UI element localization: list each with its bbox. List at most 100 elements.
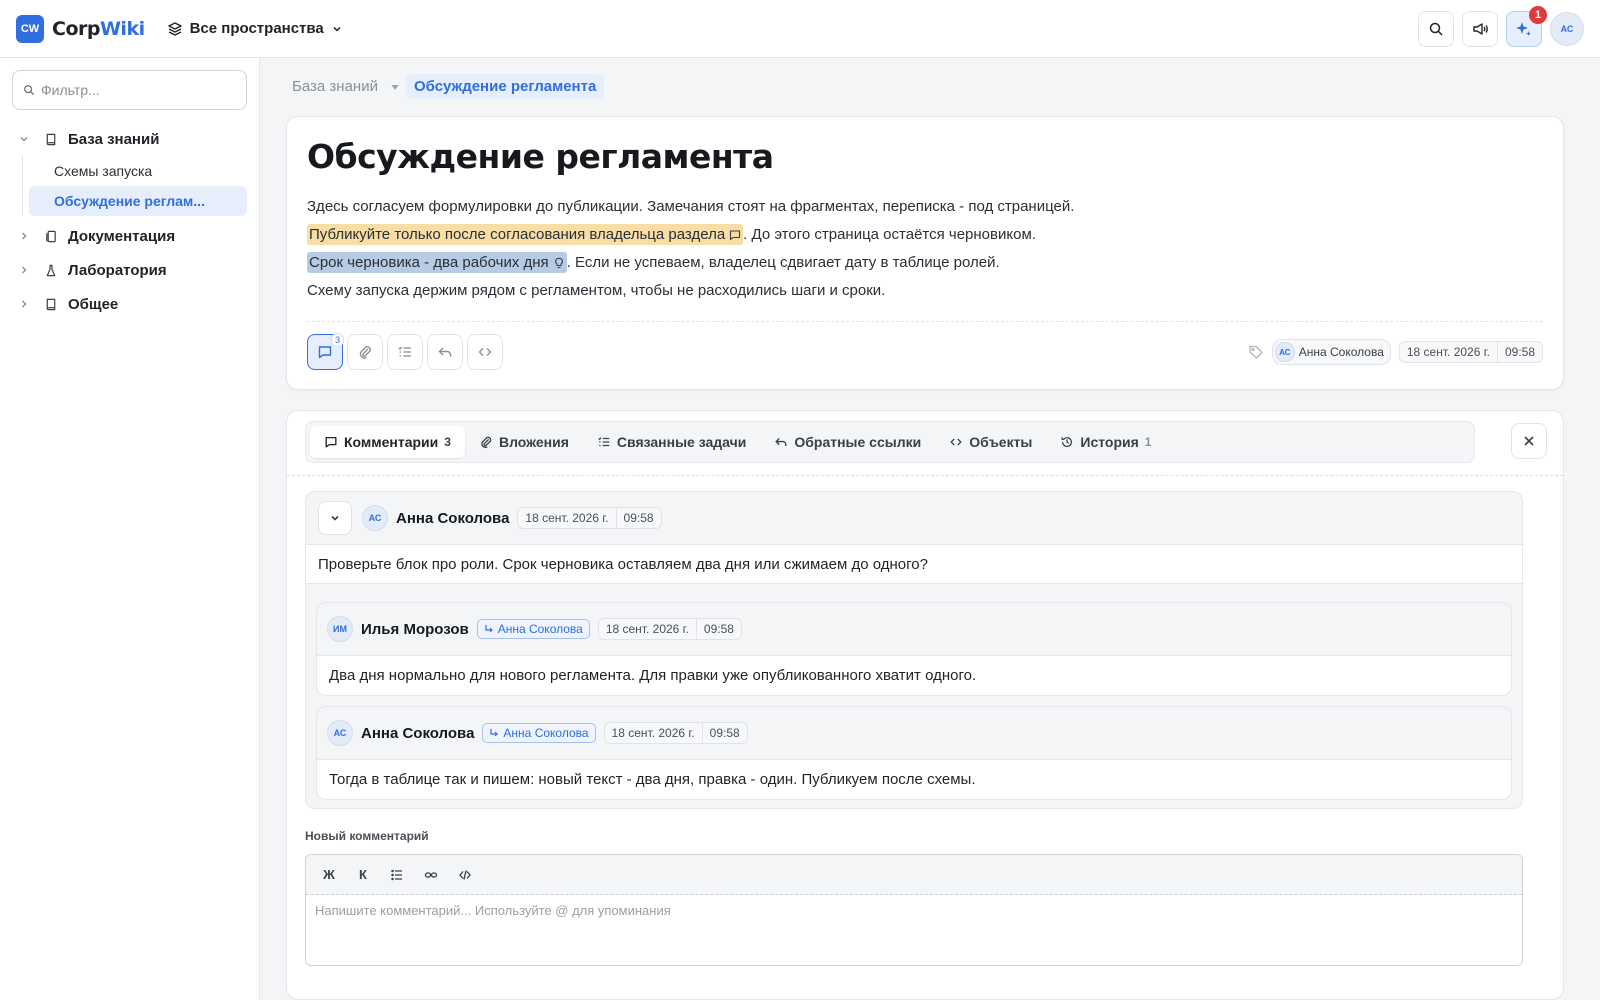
fragment-text: Срок черновика - два рабочих дня <box>309 254 549 271</box>
backlink-icon <box>437 344 453 360</box>
attachments-button[interactable] <box>347 334 383 370</box>
ai-assistant-button[interactable]: 1 <box>1506 5 1547 47</box>
panel-tabs: Комментарии 3 Вложения Связанные задачи … <box>305 421 1475 463</box>
tab-backlinks[interactable]: Обратные ссылки <box>760 426 935 458</box>
avatar[interactable]: ИМ <box>327 616 353 642</box>
tree-item-label: База знаний <box>68 130 160 148</box>
comment-time: 09:58 <box>615 508 661 528</box>
reply-to-name: Анна Соколова <box>497 622 583 636</box>
breadcrumb-parent[interactable]: База знаний <box>286 74 384 99</box>
tree-item-knowledge-base[interactable]: База знаний <box>12 122 247 156</box>
list-icon <box>390 868 404 882</box>
comment-author[interactable]: Илья Морозов <box>361 621 469 638</box>
comment-time: 09:58 <box>701 723 747 743</box>
tree-item-documentation[interactable]: Документация <box>12 219 247 253</box>
tab-comments[interactable]: Комментарии 3 <box>310 426 465 458</box>
code-button[interactable] <box>450 861 480 889</box>
tab-history[interactable]: История 1 <box>1046 426 1165 458</box>
flask-icon <box>42 264 60 277</box>
tab-attachments[interactable]: Вложения <box>465 426 583 458</box>
code-icon <box>477 344 493 360</box>
tree-item-launch-schemes[interactable]: Схемы запуска <box>29 156 247 186</box>
comment-thread: АС Анна Соколова 18 сент. 2026 г. 09:58 П… <box>305 491 1523 809</box>
list-button[interactable] <box>382 861 412 889</box>
user-avatar[interactable]: АС <box>1550 11 1584 46</box>
tab-objects[interactable]: Объекты <box>935 426 1046 458</box>
megaphone-icon <box>1471 20 1489 38</box>
chevron-right-icon[interactable] <box>14 264 34 276</box>
search-icon <box>1428 21 1444 37</box>
tab-count: 3 <box>444 435 451 449</box>
comment-author[interactable]: Анна Соколова <box>361 725 474 742</box>
comment-timestamp: 18 сент. 2026 г. 09:58 <box>603 722 748 744</box>
bold-button[interactable]: Ж <box>314 861 344 889</box>
tab-label: Объекты <box>969 434 1033 450</box>
comment-time: 09:58 <box>695 619 741 639</box>
notification-badge: 1 <box>1529 5 1547 24</box>
breadcrumb-current[interactable]: Обсуждение регламента <box>405 74 605 99</box>
comment-timestamp: 18 сент. 2026 г. 09:58 <box>597 618 742 640</box>
tab-label: История <box>1080 434 1139 450</box>
avatar[interactable]: АС <box>327 720 353 746</box>
documents-icon <box>42 230 60 243</box>
page-paragraph: Публикуйте только после согласования вла… <box>307 221 1543 249</box>
comment-date: 18 сент. 2026 г. <box>611 726 695 740</box>
link-button[interactable] <box>416 861 446 889</box>
page-date: 18 сент. 2026 г. <box>1406 345 1490 359</box>
tasks-button[interactable] <box>387 334 423 370</box>
comment-date: 18 сент. 2026 г. <box>525 511 609 525</box>
top-bar: CW CorpWiki Все пространства 1 АС <box>0 0 1600 58</box>
tasklist-icon <box>597 435 611 449</box>
reply-arrow-icon <box>489 728 499 738</box>
filter-input[interactable] <box>41 82 221 98</box>
logo-icon[interactable]: CW <box>16 14 44 43</box>
chevron-right-icon[interactable] <box>14 298 34 310</box>
breadcrumb: База знаний Обсуждение регламента <box>286 74 605 99</box>
backlinks-button[interactable] <box>427 334 463 370</box>
author-name: Анна Соколова <box>1298 345 1384 359</box>
tag-icon[interactable] <box>1248 344 1264 360</box>
author-chip[interactable]: АС Анна Соколова <box>1271 339 1391 365</box>
chevron-down-icon <box>329 512 341 524</box>
tree-item-general[interactable]: Общее <box>12 287 247 321</box>
page-tree: База знаний Схемы запуска Обсуждение рег… <box>12 122 247 321</box>
comment-header: АС Анна Соколова 18 сент. 2026 г. 09:58 <box>306 492 1522 544</box>
page-toolbar: 3 АС Анна Соколова 18 сент. 2026 г. 09:5… <box>307 333 1543 370</box>
chevron-down-icon[interactable] <box>14 133 34 145</box>
tree-item-laboratory[interactable]: Лаборатория <box>12 253 247 287</box>
paragraph-text: . Если не успеваем, владелец сдвигает да… <box>566 254 1000 271</box>
avatar[interactable]: АС <box>362 505 388 531</box>
comment-input[interactable]: Напишите комментарий... Используйте @ дл… <box>306 895 1522 926</box>
filter-field[interactable] <box>12 70 247 110</box>
comment-icon <box>317 344 333 360</box>
code-icon <box>949 435 963 449</box>
tab-label: Комментарии <box>344 434 439 450</box>
page-paragraph: Здесь согласуем формулировки до публикац… <box>307 198 1075 215</box>
reply-to-tag[interactable]: Анна Соколова <box>482 723 596 743</box>
comment-reply: АС Анна Соколова Анна Соколова 18 сент. … <box>316 706 1512 800</box>
page-paragraph: Срок черновика - два рабочих дня . Если н… <box>307 249 1543 277</box>
logo-text-part2: Wiki <box>99 17 145 40</box>
collapse-thread-button[interactable] <box>318 501 352 535</box>
logo-text[interactable]: CorpWiki <box>52 18 145 40</box>
space-selector[interactable]: Все пространства <box>167 20 343 37</box>
objects-button[interactable] <box>467 334 503 370</box>
tree-item-regulation-discussion[interactable]: Обсуждение реглам... <box>29 186 247 216</box>
search-button[interactable] <box>1418 10 1454 47</box>
comment-author[interactable]: Анна Соколова <box>396 510 509 527</box>
comments-count-badge: 3 <box>330 333 344 347</box>
comment-header: ИМ Илья Морозов Анна Соколова 18 сент. 2… <box>317 603 1511 655</box>
annotated-fragment-note[interactable]: Срок черновика - два рабочих дня <box>307 252 567 273</box>
chevron-right-icon[interactable] <box>14 230 34 242</box>
announcements-button[interactable] <box>1462 10 1498 47</box>
close-panel-button[interactable] <box>1511 423 1547 459</box>
caret-down-icon[interactable] <box>390 82 400 92</box>
annotated-fragment-comment[interactable]: Публикуйте только после согласования вла… <box>307 224 744 245</box>
italic-button[interactable]: К <box>348 861 378 889</box>
reply-to-tag[interactable]: Анна Соколова <box>476 619 590 639</box>
comments-toggle-button[interactable]: 3 <box>307 333 344 370</box>
search-icon <box>23 84 35 96</box>
comment-editor: Ж К Напишите комментарий... Используйте … <box>305 854 1523 966</box>
tab-related-tasks[interactable]: Связанные задачи <box>583 426 760 458</box>
fragment-text: Публикуйте только после согласования вла… <box>309 226 726 243</box>
